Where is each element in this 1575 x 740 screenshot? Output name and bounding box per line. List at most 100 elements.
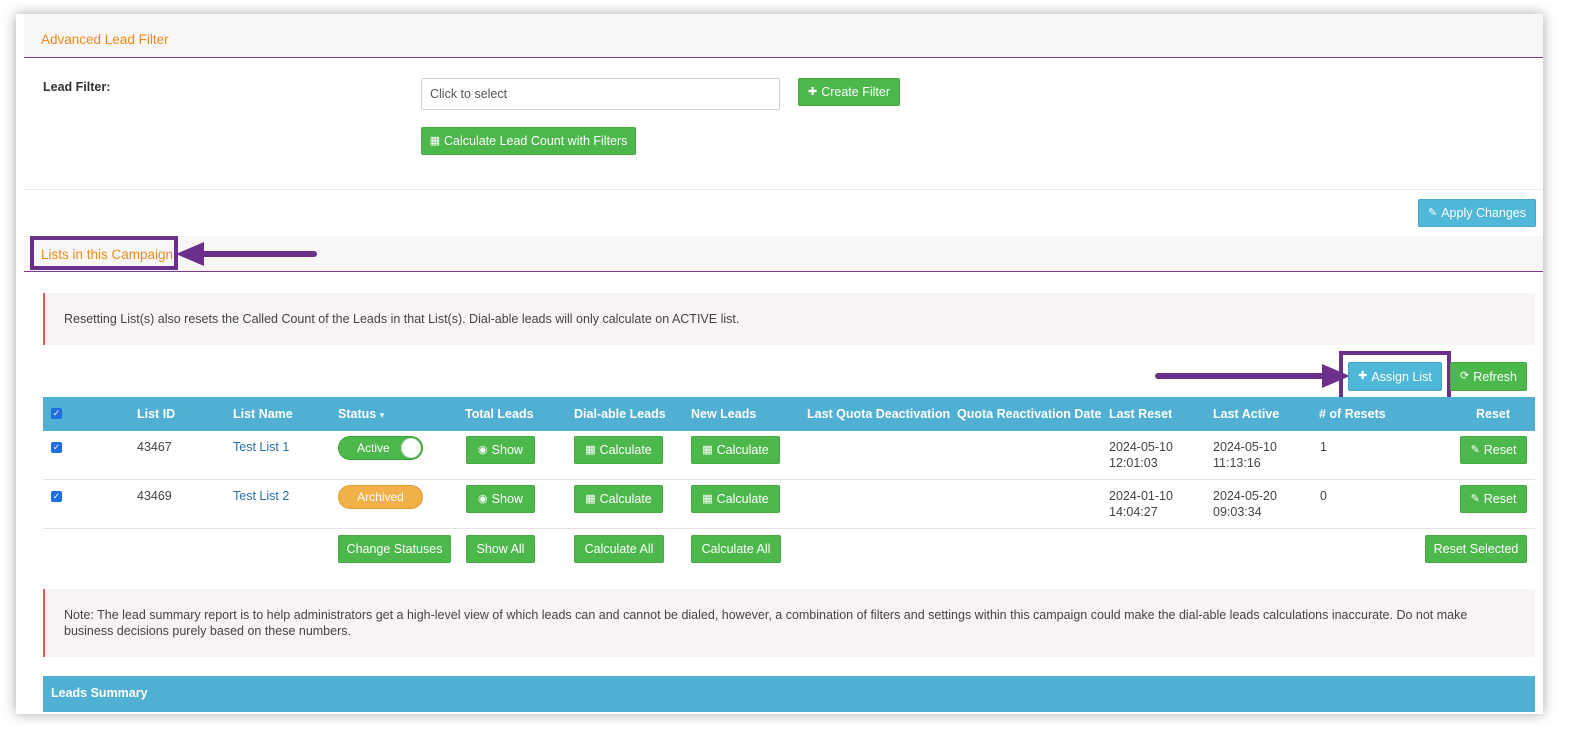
status-label: Archived [357, 490, 404, 504]
apply-changes-label: Apply Changes [1441, 206, 1526, 220]
plus-icon: ✚ [808, 85, 818, 98]
summary-warning-note: Note: The lead summary report is to help… [43, 589, 1535, 657]
header-last-active[interactable]: Last Active [1213, 407, 1279, 421]
calculate-dialable-button[interactable]: ▦ Calculate [574, 436, 663, 464]
lead-filter-select[interactable]: Click to select [421, 78, 780, 110]
calculate-all-dialable-button[interactable]: Calculate All [574, 535, 664, 563]
leads-summary-header: Leads Summary [43, 676, 1535, 712]
reset-selected-button[interactable]: Reset Selected [1425, 535, 1527, 563]
table-row: ✓ 43469 Test List 2 Archived ◉ Show ▦ Ca… [43, 480, 1535, 529]
num-resets: 1 [1320, 440, 1327, 454]
header-status-label: Status [338, 407, 377, 421]
assign-list-label: Assign List [1371, 369, 1432, 384]
apply-changes-button[interactable]: ✎ Apply Changes [1418, 199, 1536, 227]
header-list-id[interactable]: List ID [137, 407, 175, 421]
reset-label: Reset [1483, 443, 1517, 457]
header-last-reset[interactable]: Last Reset [1109, 407, 1172, 421]
show-label: Show [491, 492, 523, 506]
header-num-resets[interactable]: # of Resets [1319, 407, 1386, 421]
lists-table-header: ✓ List ID List Name Status ▾ Total Leads… [43, 397, 1535, 431]
last-active-time: 09:03:34 [1213, 505, 1262, 519]
calculate-all-label: Calculate All [701, 542, 771, 556]
list-name-link[interactable]: Test List 2 [233, 488, 289, 504]
list-id: 43467 [137, 440, 172, 454]
screenshot-frame: Advanced Lead Filter Lead Filter: Click … [16, 14, 1543, 714]
last-reset-time: 12:01:03 [1109, 456, 1158, 470]
edit-icon: ✎ [1428, 206, 1438, 219]
caret-down-icon: ▾ [379, 410, 385, 420]
list-name-link[interactable]: Test List 1 [233, 439, 289, 455]
change-statuses-button[interactable]: Change Statuses [338, 535, 451, 563]
title-highlight-annotation [30, 236, 178, 270]
header-dialable-leads[interactable]: Dial-able Leads [574, 407, 666, 421]
status-toggle[interactable]: Active [338, 436, 423, 460]
eye-icon: ◉ [478, 443, 488, 456]
calculate-new-leads-button[interactable]: ▦ Calculate [691, 485, 780, 513]
last-active-time: 11:13:16 [1213, 456, 1261, 470]
reset-info-note: Resetting List(s) also resets the Called… [43, 293, 1535, 345]
reset-row-button[interactable]: ✎ Reset [1460, 436, 1527, 464]
section-divider [24, 189, 1543, 190]
create-filter-label: Create Filter [821, 85, 890, 99]
header-list-name[interactable]: List Name [233, 407, 293, 421]
change-statuses-label: Change Statuses [346, 542, 443, 556]
last-reset-date: 2024-05-10 [1109, 440, 1173, 454]
advanced-filter-header: Advanced Lead Filter [24, 14, 1543, 58]
calculate-label: Calculate [599, 443, 652, 457]
last-reset-date: 2024-01-10 [1109, 489, 1173, 503]
refresh-icon: ⟳ [1460, 370, 1470, 382]
header-total-leads[interactable]: Total Leads [465, 407, 534, 421]
left-arrow-annotation [176, 242, 317, 266]
header-last-quota-deactivation[interactable]: Last Quota Deactivation [807, 407, 950, 421]
select-all-checkbox[interactable]: ✓ [51, 408, 62, 419]
reset-info-text: Resetting List(s) also resets the Called… [64, 312, 740, 326]
list-id: 43469 [137, 489, 172, 503]
status-label: Active [357, 441, 390, 455]
show-all-button[interactable]: Show All [466, 535, 535, 563]
toggle-knob [401, 438, 421, 458]
reset-selected-label: Reset Selected [1433, 542, 1519, 556]
summary-warning-text: Note: The lead summary report is to help… [64, 608, 1468, 638]
calculate-all-label: Calculate All [584, 542, 654, 556]
last-active-date: 2024-05-20 [1213, 489, 1277, 503]
leads-summary-title: Leads Summary [51, 686, 148, 700]
row-checkbox[interactable]: ✓ [51, 491, 62, 502]
calculate-all-new-button[interactable]: Calculate All [691, 535, 781, 563]
table-row: ✓ 43467 Test List 1 Active ◉ Show ▦ Calc… [43, 431, 1535, 480]
calculator-icon: ▦ [702, 492, 713, 505]
assign-list-button[interactable]: ✚ Assign List [1348, 362, 1442, 391]
last-reset-time: 14:04:27 [1109, 505, 1158, 519]
row-checkbox[interactable]: ✓ [51, 442, 62, 453]
show-all-label: Show All [476, 542, 525, 556]
eye-icon: ◉ [478, 492, 488, 505]
header-new-leads[interactable]: New Leads [691, 407, 756, 421]
show-total-leads-button[interactable]: ◉ Show [466, 485, 535, 513]
last-active-date: 2024-05-10 [1213, 440, 1277, 454]
calculate-label: Calculate [716, 492, 769, 506]
edit-icon: ✎ [1470, 492, 1480, 505]
calculate-label: Calculate [599, 492, 652, 506]
reset-label: Reset [1483, 492, 1517, 506]
refresh-label: Refresh [1473, 369, 1517, 384]
lead-filter-label: Lead Filter: [43, 80, 111, 94]
reset-row-button[interactable]: ✎ Reset [1460, 485, 1527, 513]
status-toggle[interactable]: Archived [338, 485, 423, 509]
calculate-lead-count-button[interactable]: ▦ Calculate Lead Count with Filters [421, 127, 636, 155]
calculator-icon: ▦ [585, 443, 596, 456]
calculate-lead-count-label: Calculate Lead Count with Filters [443, 134, 628, 148]
num-resets: 0 [1320, 489, 1327, 503]
header-status[interactable]: Status ▾ [338, 407, 384, 421]
calculator-icon: ▦ [702, 443, 713, 456]
calculate-label: Calculate [716, 443, 769, 457]
calculator-icon: ▦ [429, 134, 440, 147]
create-filter-button[interactable]: ✚ Create Filter [798, 78, 900, 106]
refresh-button[interactable]: ⟳ Refresh [1450, 362, 1527, 391]
header-reset[interactable]: Reset [1476, 407, 1510, 421]
calculate-new-leads-button[interactable]: ▦ Calculate [691, 436, 780, 464]
plus-icon: ✚ [1358, 370, 1368, 382]
lead-filter-placeholder: Click to select [430, 87, 508, 101]
show-total-leads-button[interactable]: ◉ Show [466, 436, 535, 464]
header-quota-reactivation-date[interactable]: Quota Reactivation Date [957, 407, 1101, 421]
edit-icon: ✎ [1470, 443, 1480, 456]
calculate-dialable-button[interactable]: ▦ Calculate [574, 485, 663, 513]
